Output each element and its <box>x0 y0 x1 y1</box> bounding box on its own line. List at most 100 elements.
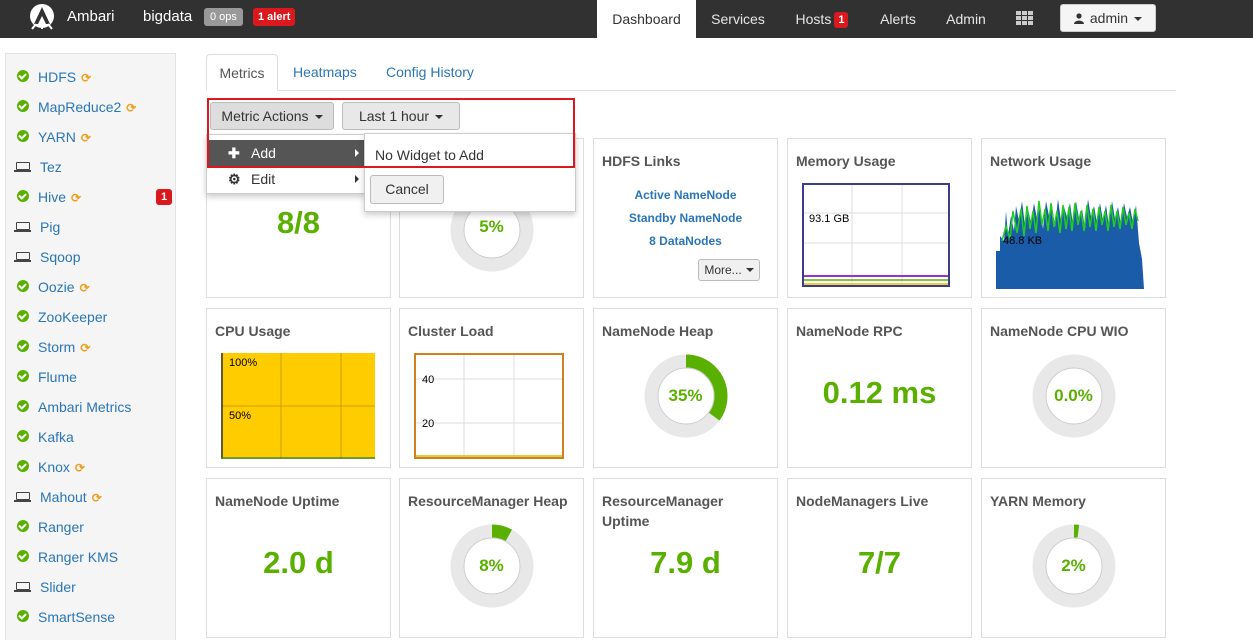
link-datanodes[interactable]: 8 DataNodes <box>594 234 777 248</box>
sidebar-item-pig[interactable]: Pig <box>6 217 175 237</box>
apps-grid-icon[interactable] <box>1016 11 1033 25</box>
sidebar-item-hdfs[interactable]: HDFS ⟳ <box>6 67 175 87</box>
sidebar-item-label[interactable]: Kafka <box>38 427 74 447</box>
widget-rm-heap[interactable]: ResourceManager Heap 8% <box>399 478 584 638</box>
sidebar-item-label[interactable]: Storm ⟳ <box>38 337 90 358</box>
sidebar-item-smartsense[interactable]: SmartSense <box>6 607 175 627</box>
metric-actions-button[interactable]: Metric Actions <box>210 102 334 130</box>
sidebar-item-flume[interactable]: Flume <box>6 367 175 387</box>
nav-dashboard[interactable]: Dashboard <box>597 0 696 38</box>
widget-memory-usage[interactable]: Memory Usage 93.1 GB <box>787 138 972 298</box>
ambari-logo-icon[interactable] <box>26 3 58 33</box>
menu-item-edit[interactable]: ⚙ Edit <box>208 166 365 192</box>
time-range-button[interactable]: Last 1 hour <box>342 102 460 130</box>
sidebar-item-oozie[interactable]: Oozie ⟳ <box>6 277 175 297</box>
sidebar-item-label[interactable]: Sqoop <box>40 247 80 267</box>
user-icon <box>1073 13 1084 24</box>
widget-cluster-load[interactable]: Cluster Load 40 20 <box>399 308 584 468</box>
sidebar-item-slider[interactable]: Slider <box>6 577 175 597</box>
nav-hosts[interactable]: Hosts 1 <box>786 0 858 38</box>
widget-cpu-usage[interactable]: CPU Usage 100% 50% <box>206 308 391 468</box>
widget-hdfs-links[interactable]: HDFS Links Active NameNode Standby NameN… <box>593 138 778 298</box>
widget-network-usage[interactable]: Network Usage 48.8 KB <box>981 138 1166 298</box>
status-ok-icon <box>17 370 29 382</box>
menu-item-add-label: Add <box>251 145 276 161</box>
cpu-label-50: 50% <box>229 410 251 422</box>
widget-namenode-heap[interactable]: NameNode Heap 35% <box>593 308 778 468</box>
tab-config-history[interactable]: Config History <box>374 54 486 91</box>
cluster-load-label-40: 40 <box>422 374 434 386</box>
alerts-badge[interactable]: 1 alert <box>253 8 296 26</box>
sidebar-item-label[interactable]: Ranger KMS <box>38 547 118 567</box>
sidebar-item-label[interactable]: Knox ⟳ <box>38 457 85 478</box>
sidebar-item-label[interactable]: Pig <box>40 217 60 237</box>
sidebar-item-zookeeper[interactable]: ZooKeeper <box>6 307 175 327</box>
sidebar-item-label[interactable]: Flume <box>38 367 77 387</box>
client-laptop-icon <box>14 252 31 262</box>
user-menu-button[interactable]: admin <box>1060 4 1156 32</box>
sidebar-item-storm[interactable]: Storm ⟳ <box>6 337 175 357</box>
sidebar-item-kafka[interactable]: Kafka <box>6 427 175 447</box>
sidebar-item-label[interactable]: Ambari Metrics <box>38 397 131 417</box>
sidebar-item-mapreduce2[interactable]: MapReduce2 ⟳ <box>6 97 175 117</box>
cancel-button[interactable]: Cancel <box>370 175 444 204</box>
sidebar-item-label[interactable]: Mahout ⟳ <box>40 487 102 508</box>
sidebar-item-hive[interactable]: Hive ⟳ 1 <box>6 187 175 207</box>
sidebar-item-mahout[interactable]: Mahout ⟳ <box>6 487 175 507</box>
restart-required-icon[interactable]: ⟳ <box>81 68 91 88</box>
hdfs-disk-usage-value: 5% <box>479 217 504 236</box>
widget-yarn-memory[interactable]: YARN Memory 2% <box>981 478 1166 638</box>
restart-required-icon[interactable]: ⟳ <box>71 188 81 208</box>
nav-alerts[interactable]: Alerts <box>868 0 928 38</box>
sidebar-item-label[interactable]: Oozie ⟳ <box>38 277 90 298</box>
sidebar-item-ranger[interactable]: Ranger <box>6 517 175 537</box>
sidebar-item-ranger-kms[interactable]: Ranger KMS <box>6 547 175 567</box>
sidebar-item-label[interactable]: Tez <box>40 157 62 177</box>
menu-item-edit-label: Edit <box>251 171 276 187</box>
sidebar-item-tez[interactable]: Tez <box>6 157 175 177</box>
sidebar-item-label[interactable]: YARN ⟳ <box>38 127 91 148</box>
tab-heatmaps[interactable]: Heatmaps <box>281 54 369 91</box>
namenode-uptime-title: NameNode Uptime <box>215 493 340 509</box>
hosts-alert-count: 1 <box>834 12 849 28</box>
nav-services[interactable]: Services <box>700 0 776 38</box>
link-standby-namenode[interactable]: Standby NameNode <box>594 211 777 225</box>
ops-badge[interactable]: 0 ops <box>204 8 243 26</box>
menu-item-add[interactable]: ✚ Add <box>208 140 365 166</box>
sidebar-item-knox[interactable]: Knox ⟳ <box>6 457 175 477</box>
widget-namenode-cpu-wio[interactable]: NameNode CPU WIO 0.0% <box>981 308 1166 468</box>
sidebar-item-label[interactable]: ZooKeeper <box>38 307 107 327</box>
sidebar-item-ambari-metrics[interactable]: Ambari Metrics <box>6 397 175 417</box>
brand-name[interactable]: Ambari <box>67 8 115 25</box>
caret-down-icon <box>314 115 323 119</box>
widget-nodemanagers-live[interactable]: NodeManagers Live 7/7 <box>787 478 972 638</box>
more-button[interactable]: More... <box>698 259 760 281</box>
restart-required-icon[interactable]: ⟳ <box>92 488 102 508</box>
sidebar-item-label[interactable]: SmartSense <box>38 607 115 627</box>
service-alert-count[interactable]: 1 <box>156 189 172 205</box>
link-active-namenode[interactable]: Active NameNode <box>594 188 777 202</box>
sidebar-item-label[interactable]: Ranger <box>38 517 84 537</box>
sidebar-item-sqoop[interactable]: Sqoop <box>6 247 175 267</box>
tab-metrics[interactable]: Metrics <box>206 54 278 91</box>
restart-required-icon[interactable]: ⟳ <box>80 338 90 358</box>
nav-admin[interactable]: Admin <box>936 0 996 38</box>
widget-rm-uptime[interactable]: ResourceManager Uptime 7.9 d <box>593 478 778 638</box>
restart-required-icon[interactable]: ⟳ <box>126 98 136 118</box>
sidebar-item-label[interactable]: Hive ⟳ <box>38 187 81 208</box>
widget-namenode-uptime[interactable]: NameNode Uptime 2.0 d <box>206 478 391 638</box>
yarn-memory-value: 2% <box>1061 556 1086 575</box>
sidebar-item-label[interactable]: MapReduce2 ⟳ <box>38 97 136 118</box>
namenode-cpu-wio-value: 0.0% <box>1054 386 1093 405</box>
widget-namenode-rpc[interactable]: NameNode RPC 0.12 ms <box>787 308 972 468</box>
memory-usage-title: Memory Usage <box>796 153 896 169</box>
status-ok-icon <box>17 70 29 82</box>
caret-down-icon <box>435 115 444 119</box>
restart-required-icon[interactable]: ⟳ <box>80 278 90 298</box>
restart-required-icon[interactable]: ⟳ <box>75 458 85 478</box>
sidebar-item-label[interactable]: Slider <box>40 577 76 597</box>
namenode-rpc-title: NameNode RPC <box>796 323 903 339</box>
restart-required-icon[interactable]: ⟳ <box>81 128 91 148</box>
sidebar-item-label[interactable]: HDFS ⟳ <box>38 67 91 88</box>
sidebar-item-yarn[interactable]: YARN ⟳ <box>6 127 175 147</box>
